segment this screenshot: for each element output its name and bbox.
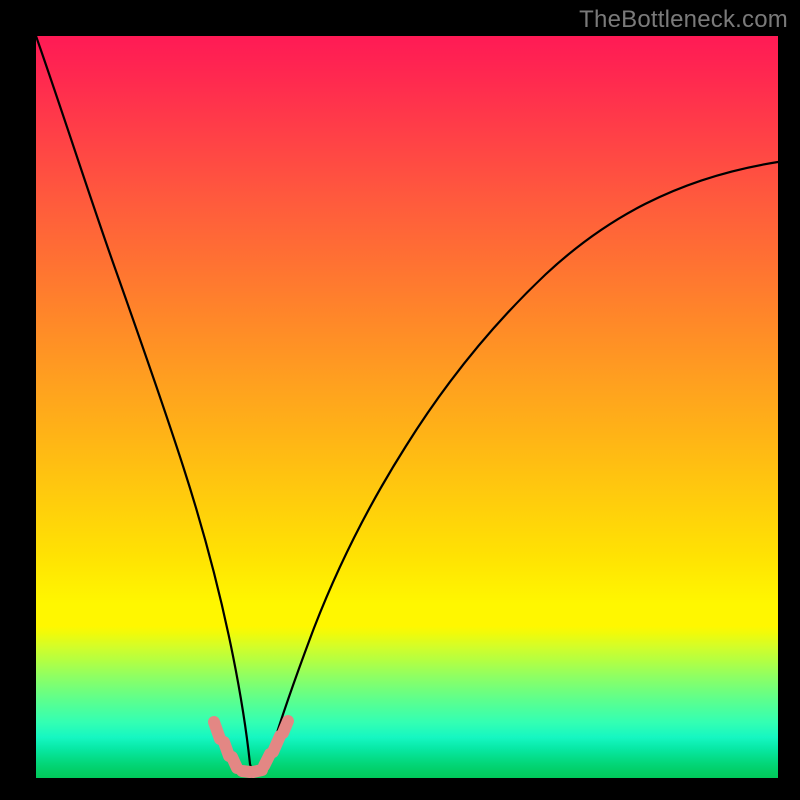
bottleneck-curve (36, 36, 778, 774)
chart-frame: TheBottleneck.com (0, 0, 800, 800)
chart-svg (36, 36, 778, 778)
plot-area (36, 36, 778, 778)
watermark-label: TheBottleneck.com (579, 6, 788, 34)
